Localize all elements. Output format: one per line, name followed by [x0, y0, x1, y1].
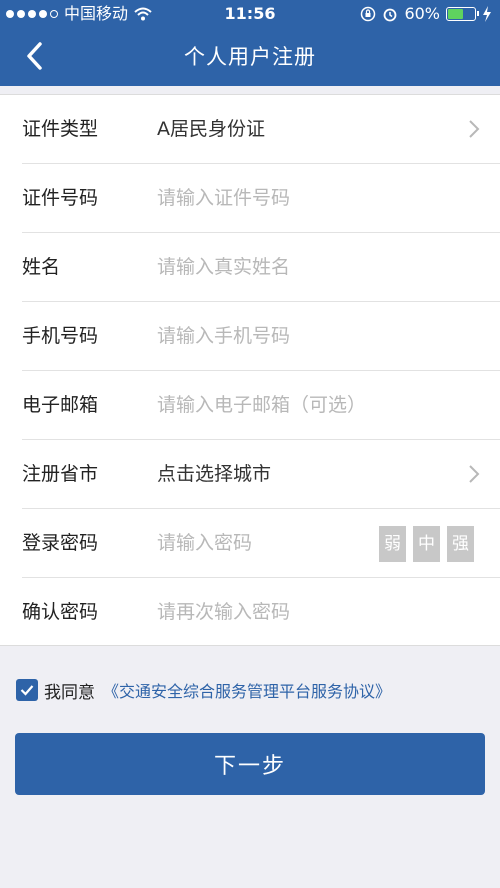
chevron-right-icon	[469, 465, 480, 483]
phone-row: 手机号码	[22, 302, 500, 371]
agreement-link[interactable]: 《交通安全综合服务管理平台服务协议》	[103, 678, 391, 702]
agreement-text: 我同意	[44, 682, 95, 703]
password-label: 登录密码	[22, 532, 99, 554]
id-number-label: 证件号码	[22, 187, 99, 209]
id-type-row[interactable]: 证件类型 A居民身份证	[22, 95, 500, 164]
city-value: 点击选择城市	[157, 463, 272, 485]
battery-fill	[448, 9, 463, 19]
email-row: 电子邮箱	[22, 371, 500, 440]
nav-bar: 个人用户注册	[0, 28, 500, 86]
rotation-lock-icon	[361, 6, 376, 22]
email-label: 电子邮箱	[22, 394, 99, 416]
password-row: 登录密码 弱 中 强	[22, 509, 500, 578]
id-number-row: 证件号码	[22, 164, 500, 233]
name-input[interactable]	[157, 247, 467, 287]
top-bar: 中国移动 11:56 60% 个人用户注册	[0, 0, 500, 86]
agreement-checkbox[interactable]	[16, 679, 38, 701]
confirm-password-label: 确认密码	[22, 601, 99, 623]
password-input[interactable]	[157, 523, 367, 563]
chevron-right-icon	[469, 120, 480, 138]
status-bar: 中国移动 11:56 60%	[0, 0, 500, 28]
strength-weak: 弱	[379, 526, 406, 562]
registration-form: 证件类型 A居民身份证 证件号码 姓名 手机号码 电子邮箱 注册省市 点击选择城…	[0, 94, 500, 646]
battery-icon	[446, 7, 479, 21]
strength-medium: 中	[413, 526, 440, 562]
password-strength-meter: 弱 中 强	[379, 526, 474, 562]
status-right: 60%	[360, 0, 492, 28]
id-number-input[interactable]	[157, 178, 467, 218]
city-label: 注册省市	[22, 463, 99, 485]
next-step-button[interactable]: 下一步	[15, 733, 485, 795]
id-type-label: 证件类型	[22, 118, 99, 140]
phone-label: 手机号码	[22, 325, 99, 347]
name-row: 姓名	[22, 233, 500, 302]
phone-input[interactable]	[157, 316, 467, 356]
name-label: 姓名	[22, 256, 61, 278]
confirm-password-input[interactable]	[157, 592, 467, 632]
check-icon	[20, 685, 34, 696]
strength-strong: 强	[447, 526, 474, 562]
battery-percent: 60%	[404, 4, 440, 23]
confirm-password-row: 确认密码	[22, 578, 500, 647]
id-type-value: A居民身份证	[157, 118, 265, 140]
agreement-row: 我同意 《交通安全综合服务管理平台服务协议》	[16, 676, 391, 704]
page-title: 个人用户注册	[184, 45, 316, 69]
email-input[interactable]	[157, 385, 467, 425]
alarm-icon	[384, 8, 397, 22]
city-row[interactable]: 注册省市 点击选择城市	[22, 440, 500, 509]
charging-bolt-icon	[483, 6, 491, 22]
